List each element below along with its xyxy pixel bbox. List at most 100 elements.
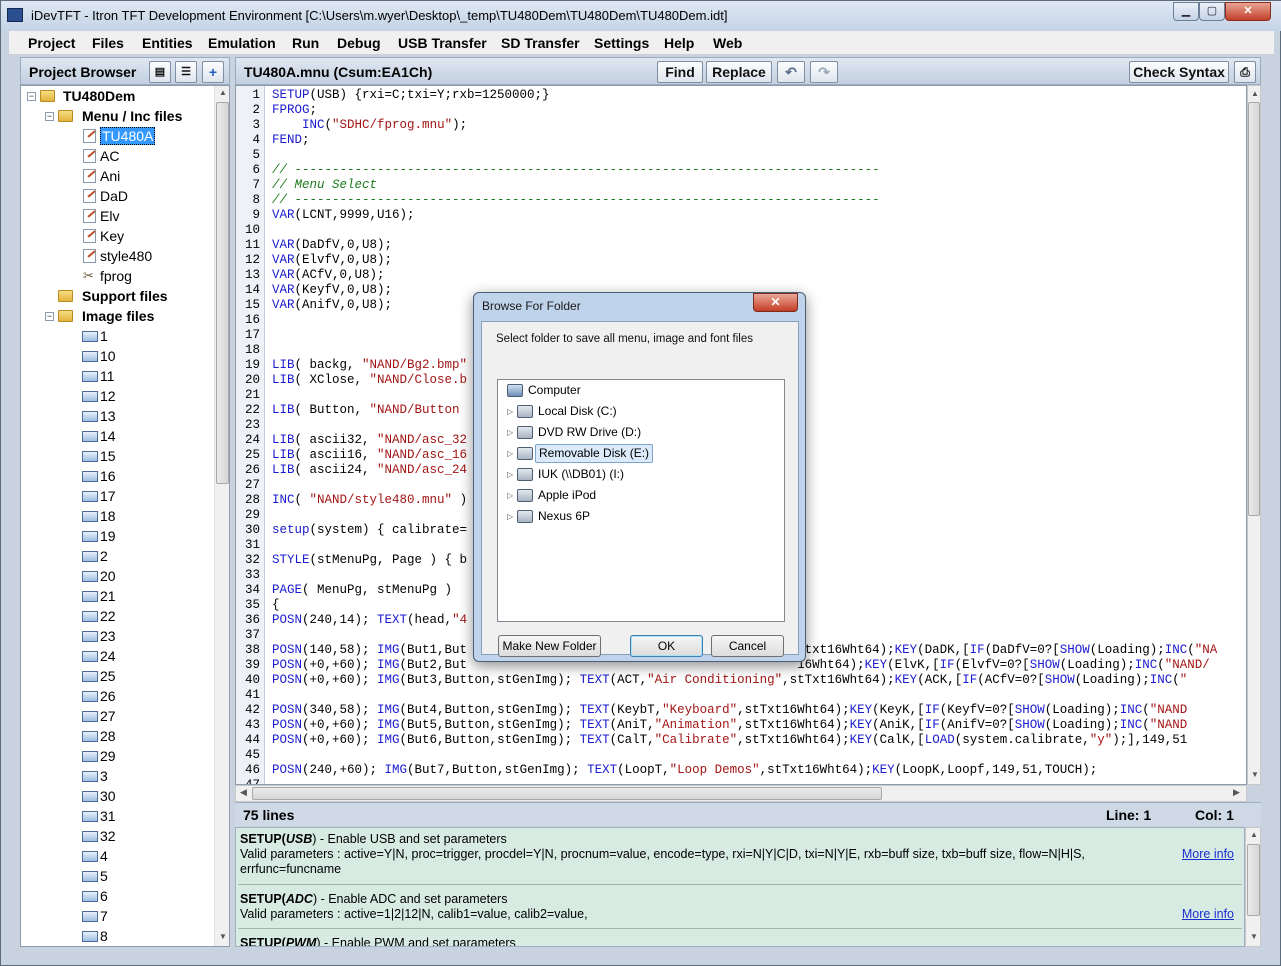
scroll-up-icon[interactable]: ▲: [1250, 830, 1258, 839]
code-line[interactable]: {: [272, 598, 280, 612]
tree-image-item[interactable]: 29: [100, 747, 116, 765]
redo-icon[interactable]: ↷: [810, 61, 838, 83]
tree-folder-images[interactable]: Image files: [82, 307, 154, 325]
tree-image-item[interactable]: 11: [100, 367, 115, 385]
code-line[interactable]: VAR(KeyfV,0,U8);: [272, 283, 392, 297]
code-line[interactable]: INC( "NAND/style480.mnu" ): [272, 493, 467, 507]
tree-file-item[interactable]: AC: [100, 147, 119, 165]
code-line[interactable]: LIB( XClose, "NAND/Close.b: [272, 373, 467, 387]
tree-file-item[interactable]: Elv: [100, 207, 119, 225]
expand-arrow-icon[interactable]: ▷: [507, 507, 513, 526]
tree-image-item[interactable]: 1: [100, 327, 108, 345]
code-line[interactable]: VAR(DaDfV,0,U8);: [272, 238, 392, 252]
code-line[interactable]: VAR(LCNT,9999,U16);: [272, 208, 415, 222]
scroll-down-icon[interactable]: ▼: [219, 932, 227, 941]
editor-hscroll-thumb[interactable]: [252, 787, 882, 800]
tree-image-item[interactable]: 2: [100, 547, 108, 565]
menu-project[interactable]: Project: [28, 35, 75, 51]
more-info-link[interactable]: More info: [1182, 847, 1234, 862]
code-line[interactable]: POSN(340,58); IMG(But4,Button,stGenImg);…: [272, 703, 1187, 717]
folder-tree-item[interactable]: IUK (\\DB01) (I:): [535, 465, 627, 484]
print-icon[interactable]: ⎙: [1234, 61, 1256, 83]
tree-folder-support[interactable]: Support files: [82, 287, 168, 305]
code-line[interactable]: FEND;: [272, 133, 310, 147]
tree-image-item[interactable]: 30: [100, 787, 116, 805]
code-line[interactable]: // -------------------------------------…: [272, 163, 880, 177]
tree-image-item[interactable]: 10: [100, 347, 116, 365]
tree-folder-menu[interactable]: Menu / Inc files: [82, 107, 182, 125]
code-line[interactable]: LIB( ascii32, "NAND/asc_32: [272, 433, 467, 447]
tree-image-item[interactable]: 8: [100, 927, 108, 945]
code-line[interactable]: VAR(AnifV,0,U8);: [272, 298, 392, 312]
editor-hscrollbar[interactable]: ◀ ▶: [235, 785, 1247, 802]
editor-vscrollbar[interactable]: ▲ ▼: [1247, 85, 1261, 785]
expand-arrow-icon[interactable]: ▷: [507, 486, 513, 505]
tree-file-item[interactable]: TU480A: [100, 127, 156, 145]
code-line[interactable]: LIB( ascii16, "NAND/asc_16: [272, 448, 467, 462]
tree-image-item[interactable]: 12: [100, 387, 116, 405]
tree-image-item[interactable]: 26: [100, 687, 116, 705]
tree-file-item[interactable]: Key: [100, 227, 124, 245]
check-syntax-button[interactable]: Check Syntax: [1129, 61, 1229, 83]
minimize-button[interactable]: ▁: [1173, 2, 1199, 21]
tree-image-item[interactable]: 23: [100, 627, 116, 645]
code-line[interactable]: LIB( ascii24, "NAND/asc_24: [272, 463, 467, 477]
code-line[interactable]: POSN(+0,+60); IMG(But3,Button,stGenImg);…: [272, 673, 1187, 687]
folder-tree-computer[interactable]: Computer: [525, 381, 584, 400]
folder-tree[interactable]: Computer ▷ Local Disk (C:) ▷ DVD RW Drive (…: [497, 379, 785, 622]
tree-image-item[interactable]: 17: [100, 487, 116, 505]
tree-file-item[interactable]: DaD: [100, 187, 128, 205]
find-button[interactable]: Find: [657, 61, 703, 83]
expand-arrow-icon[interactable]: ▷: [507, 402, 513, 421]
cancel-button[interactable]: Cancel: [711, 635, 784, 657]
tree-image-item[interactable]: 24: [100, 647, 116, 665]
scroll-down-icon[interactable]: ▼: [1251, 770, 1259, 779]
code-line[interactable]: LIB( backg, "NAND/Bg2.bmp": [272, 358, 467, 372]
tree-scrollbar[interactable]: ▲ ▼: [214, 86, 229, 946]
tree-image-item[interactable]: 13: [100, 407, 116, 425]
folder-tree-item[interactable]: Local Disk (C:): [535, 402, 620, 421]
code-line[interactable]: FPROG;: [272, 103, 317, 117]
code-line[interactable]: setup(system) { calibrate=: [272, 523, 467, 537]
editor-vscroll-thumb[interactable]: [1248, 102, 1260, 516]
tree-image-item[interactable]: 7: [100, 907, 108, 925]
menu-help[interactable]: Help: [664, 35, 694, 51]
tree-image-item[interactable]: 20: [100, 567, 116, 585]
code-line[interactable]: INC("SDHC/fprog.mnu");: [272, 118, 467, 132]
tree-image-item[interactable]: 25: [100, 667, 116, 685]
tree-root[interactable]: TU480Dem: [63, 87, 135, 105]
collapse-icon[interactable]: −: [27, 92, 36, 101]
scroll-left-icon[interactable]: ◀: [240, 787, 247, 798]
collapse-icon[interactable]: −: [45, 312, 54, 321]
tree-image-item[interactable]: 21: [100, 587, 116, 605]
tree-image-item[interactable]: 32: [100, 827, 116, 845]
tree-image-item[interactable]: 19: [100, 527, 116, 545]
details-view-icon[interactable]: ▤: [149, 61, 171, 83]
tree-image-item[interactable]: 5: [100, 867, 108, 885]
code-line[interactable]: STYLE(stMenuPg, Page ) { b: [272, 553, 467, 567]
code-line[interactable]: // Menu Select: [272, 178, 377, 192]
more-info-link[interactable]: More info: [1182, 907, 1234, 922]
tree-image-item[interactable]: 4: [100, 847, 108, 865]
ok-button[interactable]: OK: [630, 635, 703, 657]
menu-web[interactable]: Web: [713, 35, 742, 51]
tree-image-item[interactable]: 3: [100, 767, 108, 785]
list-view-icon[interactable]: ☰: [175, 61, 197, 83]
folder-tree-item[interactable]: Removable Disk (E:): [535, 444, 654, 463]
undo-icon[interactable]: ↶: [777, 61, 805, 83]
menu-run[interactable]: Run: [292, 35, 319, 51]
collapse-icon[interactable]: −: [45, 112, 54, 121]
tree-file-item[interactable]: fprog: [100, 267, 132, 285]
menu-debug[interactable]: Debug: [337, 35, 381, 51]
folder-tree-item[interactable]: DVD RW Drive (D:): [535, 423, 644, 442]
tree-image-item[interactable]: 16: [100, 467, 116, 485]
menu-settings[interactable]: Settings: [594, 35, 649, 51]
menu-usb-transfer[interactable]: USB Transfer: [398, 35, 487, 51]
tree-image-item[interactable]: 15: [100, 447, 116, 465]
tree-file-item[interactable]: style480: [100, 247, 152, 265]
make-new-folder-button[interactable]: Make New Folder: [498, 635, 601, 657]
code-line[interactable]: POSN(240,+60); IMG(But7,Button,stGenImg)…: [272, 763, 1097, 777]
expand-arrow-icon[interactable]: ▷: [507, 465, 513, 484]
maximize-button[interactable]: ▢: [1199, 2, 1225, 21]
folder-tree-item[interactable]: Nexus 6P: [535, 507, 593, 526]
